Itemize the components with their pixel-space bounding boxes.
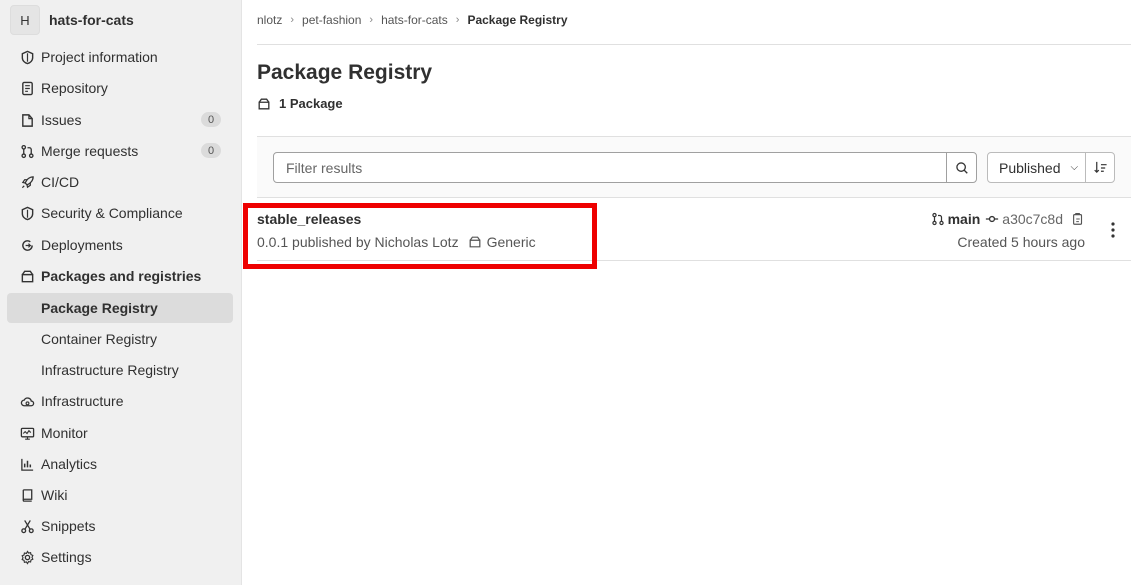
chevron-down-icon: ⌵: [1070, 162, 1079, 173]
sidebar-item-label: Infrastructure: [41, 393, 124, 409]
deployments-icon: [19, 237, 35, 253]
book-icon: [19, 487, 35, 503]
sidebar-item-label: Settings: [41, 549, 92, 565]
sidebar-item-repository[interactable]: Repository: [7, 73, 233, 103]
sidebar-item-issues[interactable]: Issues 0: [7, 105, 233, 135]
package-icon: [258, 98, 270, 109]
cloud-gear-icon: [19, 393, 35, 409]
sort-direction-icon: [1093, 161, 1107, 174]
sidebar-item-wiki[interactable]: Wiki: [7, 480, 233, 510]
rocket-icon: [19, 174, 35, 190]
package-meta: 0.0.1 published by Nicholas Lotz Generic: [257, 234, 536, 250]
sidebar-item-ci-cd[interactable]: CI/CD: [7, 167, 233, 197]
copy-icon[interactable]: [1071, 212, 1085, 226]
sidebar-item-label: Security & Compliance: [41, 205, 183, 221]
chevron-right-icon: ›: [455, 14, 460, 26]
sidebar-item-deployments[interactable]: Deployments: [7, 230, 233, 260]
breadcrumb-item[interactable]: pet-fashion: [302, 13, 361, 27]
chevron-right-icon: ›: [290, 14, 295, 26]
search-icon: [955, 161, 968, 174]
gear-icon: [19, 549, 35, 565]
sidebar-item-analytics[interactable]: Analytics: [7, 449, 233, 479]
breadcrumb-item[interactable]: nlotz: [257, 13, 282, 27]
sidebar-item-label: Project information: [41, 49, 158, 65]
package-count: 1 Package: [257, 96, 343, 111]
analytics-icon: [19, 456, 35, 472]
package-type-label: Generic: [486, 234, 536, 250]
project-avatar: H: [10, 5, 40, 35]
commit-icon: [986, 215, 999, 223]
sort-direction-button[interactable]: [1085, 152, 1115, 183]
sidebar-item-label: Package Registry: [41, 300, 158, 316]
sidebar-item-security-compliance[interactable]: Security & Compliance: [7, 198, 233, 228]
branch-name[interactable]: main: [948, 211, 981, 227]
filter-input[interactable]: [273, 152, 947, 183]
sidebar-item-label: Snippets: [41, 518, 96, 534]
merge-request-icon: [19, 143, 35, 159]
package-icon: [19, 268, 35, 284]
sidebar-item-label: Infrastructure Registry: [41, 362, 179, 378]
breadcrumb-item[interactable]: hats-for-cats: [381, 13, 448, 27]
commit-sha[interactable]: a30c7c8d: [1002, 211, 1063, 227]
scissors-icon: [19, 518, 35, 534]
sidebar-item-label: Merge requests: [41, 143, 139, 159]
sidebar-item-label: Monitor: [41, 425, 88, 441]
merge-requests-count-badge: 0: [201, 143, 221, 158]
project-name: hats-for-cats: [49, 12, 134, 28]
sidebar-item-label: Repository: [41, 80, 108, 96]
project-information-icon: [19, 49, 35, 65]
sort-label: Published: [999, 159, 1061, 176]
sidebar: H hats-for-cats Project information Repo…: [0, 0, 242, 585]
sidebar-item-label: CI/CD: [41, 174, 80, 190]
kebab-menu-icon: [1111, 222, 1115, 238]
issues-icon: [19, 112, 35, 128]
search-button[interactable]: [946, 152, 977, 183]
package-name[interactable]: stable_releases: [257, 211, 361, 227]
package-type: Generic: [468, 234, 536, 250]
breadcrumb: nlotz › pet-fashion › hats-for-cats › Pa…: [257, 13, 568, 27]
package-count-label: 1 Package: [279, 96, 343, 111]
sidebar-item-snippets[interactable]: Snippets: [7, 511, 233, 541]
project-header[interactable]: H hats-for-cats: [10, 5, 134, 35]
divider: [257, 44, 1131, 45]
merge-request-icon: [931, 212, 944, 226]
package-row: stable_releases 0.0.1 published by Nicho…: [257, 199, 1131, 261]
issues-count-badge: 0: [201, 112, 221, 127]
page-title: Package Registry: [257, 61, 433, 84]
sidebar-item-container-registry[interactable]: Container Registry: [7, 324, 233, 354]
sidebar-item-infrastructure-registry[interactable]: Infrastructure Registry: [7, 355, 233, 385]
sort-dropdown[interactable]: Published ⌵: [987, 152, 1086, 183]
sidebar-item-packages-registries[interactable]: Packages and registries: [7, 261, 233, 291]
sidebar-item-infrastructure[interactable]: Infrastructure: [7, 386, 233, 416]
package-version-publisher: 0.0.1 published by Nicholas Lotz: [257, 234, 459, 250]
sidebar-item-settings[interactable]: Settings: [7, 542, 233, 572]
created-time: Created 5 hours ago: [957, 234, 1085, 250]
sidebar-item-label: Container Registry: [41, 331, 157, 347]
package-source: main a30c7c8d: [931, 211, 1085, 227]
chevron-right-icon: ›: [369, 14, 374, 26]
filter-bar: Published ⌵: [257, 136, 1131, 198]
shield-icon: [19, 205, 35, 221]
package-icon: [469, 236, 481, 248]
more-actions-button[interactable]: [1105, 220, 1121, 240]
sidebar-item-label: Deployments: [41, 237, 123, 253]
sidebar-item-label: Packages and registries: [41, 268, 202, 284]
sidebar-item-monitor[interactable]: Monitor: [7, 418, 233, 448]
sidebar-item-package-registry[interactable]: Package Registry: [7, 293, 233, 323]
monitor-icon: [19, 425, 35, 441]
sidebar-item-label: Issues: [41, 112, 82, 128]
sidebar-item-label: Analytics: [41, 456, 98, 472]
repository-icon: [19, 80, 35, 96]
sidebar-item-label: Wiki: [41, 487, 68, 503]
sidebar-item-project-information[interactable]: Project information: [7, 42, 233, 72]
sidebar-item-merge-requests[interactable]: Merge requests 0: [7, 136, 233, 166]
breadcrumb-current[interactable]: Package Registry: [467, 13, 567, 27]
